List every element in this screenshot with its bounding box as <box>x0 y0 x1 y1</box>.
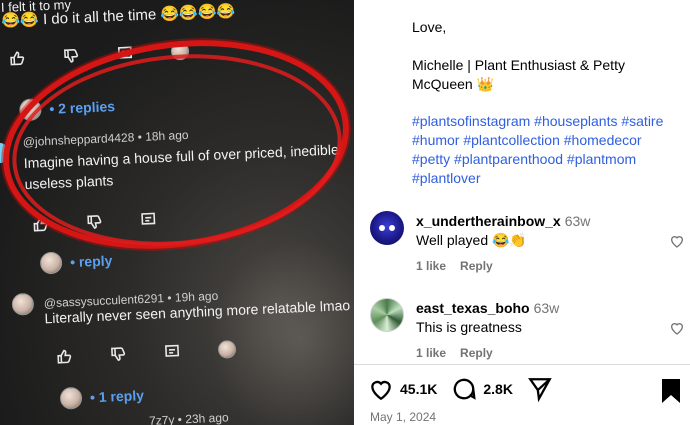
thumbs-up-icon <box>56 348 73 365</box>
comment-1-reply-button[interactable]: Reply <box>460 259 493 273</box>
comment-button[interactable]: 2.8K <box>451 376 513 402</box>
heart-icon[interactable] <box>368 376 394 402</box>
comment-1-likes[interactable]: 1 like <box>416 259 446 273</box>
comment-1-username[interactable]: x_undertherainbow_x <box>416 213 561 229</box>
comment-icon <box>164 343 181 360</box>
replier-avatar <box>39 251 63 275</box>
comment-1-like-heart-icon[interactable] <box>669 233 685 249</box>
actions-divider <box>354 364 690 365</box>
reply-link-partial: • reply <box>69 252 113 271</box>
photo-reply-link: • reply <box>39 249 113 275</box>
comment-2-header: east_texas_boho 63w <box>416 300 559 316</box>
comment-2-likes[interactable]: 1 like <box>416 346 446 360</box>
share-button[interactable] <box>527 376 553 402</box>
comment-1-text: Well played 😂👏 <box>416 232 527 248</box>
replies-link-2: • 1 reply <box>89 387 145 406</box>
comment-count[interactable]: 2.8K <box>483 381 513 397</box>
thumbs-down-icon <box>63 48 80 65</box>
bottom-handle-text: 7z7y • 23h ago <box>148 410 229 425</box>
post-image-comment-screenshot: I felt it to my 😂😂 I do it all the time … <box>0 0 354 425</box>
like-count[interactable]: 45.1K <box>400 381 437 397</box>
thumbs-down-icon <box>110 346 127 363</box>
comment-1-time: 63w <box>564 213 591 229</box>
comment-2-reply-button[interactable]: Reply <box>460 346 493 360</box>
comment-2-text: This is greatness <box>416 319 522 335</box>
bookmark-icon[interactable] <box>660 378 682 404</box>
caption-signature-2: McQueen 👑 <box>412 76 495 92</box>
comment-2-meta: 1 like Reply <box>416 346 507 360</box>
caption-signoff: Love, <box>412 19 447 35</box>
comment-2-like-heart-icon[interactable] <box>669 320 685 336</box>
caption-hashtags-1[interactable]: #plantsofinstagram #houseplants #satire <box>412 112 688 131</box>
photo-replies-2: • 1 reply <box>59 384 145 410</box>
photo-bottom-handle: 7z7y • 23h ago <box>149 410 229 425</box>
replier-avatar <box>59 386 83 410</box>
caption-signature-1: Michelle | Plant Enthusiast & Petty <box>412 57 625 73</box>
comment-2-time: 63w <box>533 300 560 316</box>
comment-bubble-icon[interactable] <box>451 376 477 402</box>
caption-hashtags-2[interactable]: #humor #plantcollection #homedecor <box>412 131 688 150</box>
post-date: May 1, 2024 <box>370 410 437 424</box>
creator-heart-avatar <box>217 340 237 359</box>
comment-1-meta: 1 like Reply <box>416 259 507 273</box>
sassysucculent-avatar <box>11 292 35 316</box>
post-actions-bar: 45.1K 2.8K <box>368 376 567 402</box>
comment-2-username[interactable]: east_texas_boho <box>416 300 530 316</box>
caption-hashtags-3[interactable]: #petty #plantparenthood #plantmom <box>412 150 688 169</box>
blue-creature-avatar[interactable] <box>370 211 404 245</box>
post-details-panel: Love, Michelle | Plant Enthusiast & Pett… <box>354 0 690 425</box>
share-send-icon[interactable] <box>527 376 553 402</box>
caption-hashtags-4[interactable]: #plantlover <box>412 169 688 188</box>
plant-leaves-avatar[interactable] <box>370 298 404 332</box>
photo-action-row-3 <box>56 340 237 366</box>
like-button[interactable]: 45.1K <box>368 376 437 402</box>
thumbs-up-icon <box>9 50 26 67</box>
comment-1-header: x_undertherainbow_x 63w <box>416 213 590 229</box>
